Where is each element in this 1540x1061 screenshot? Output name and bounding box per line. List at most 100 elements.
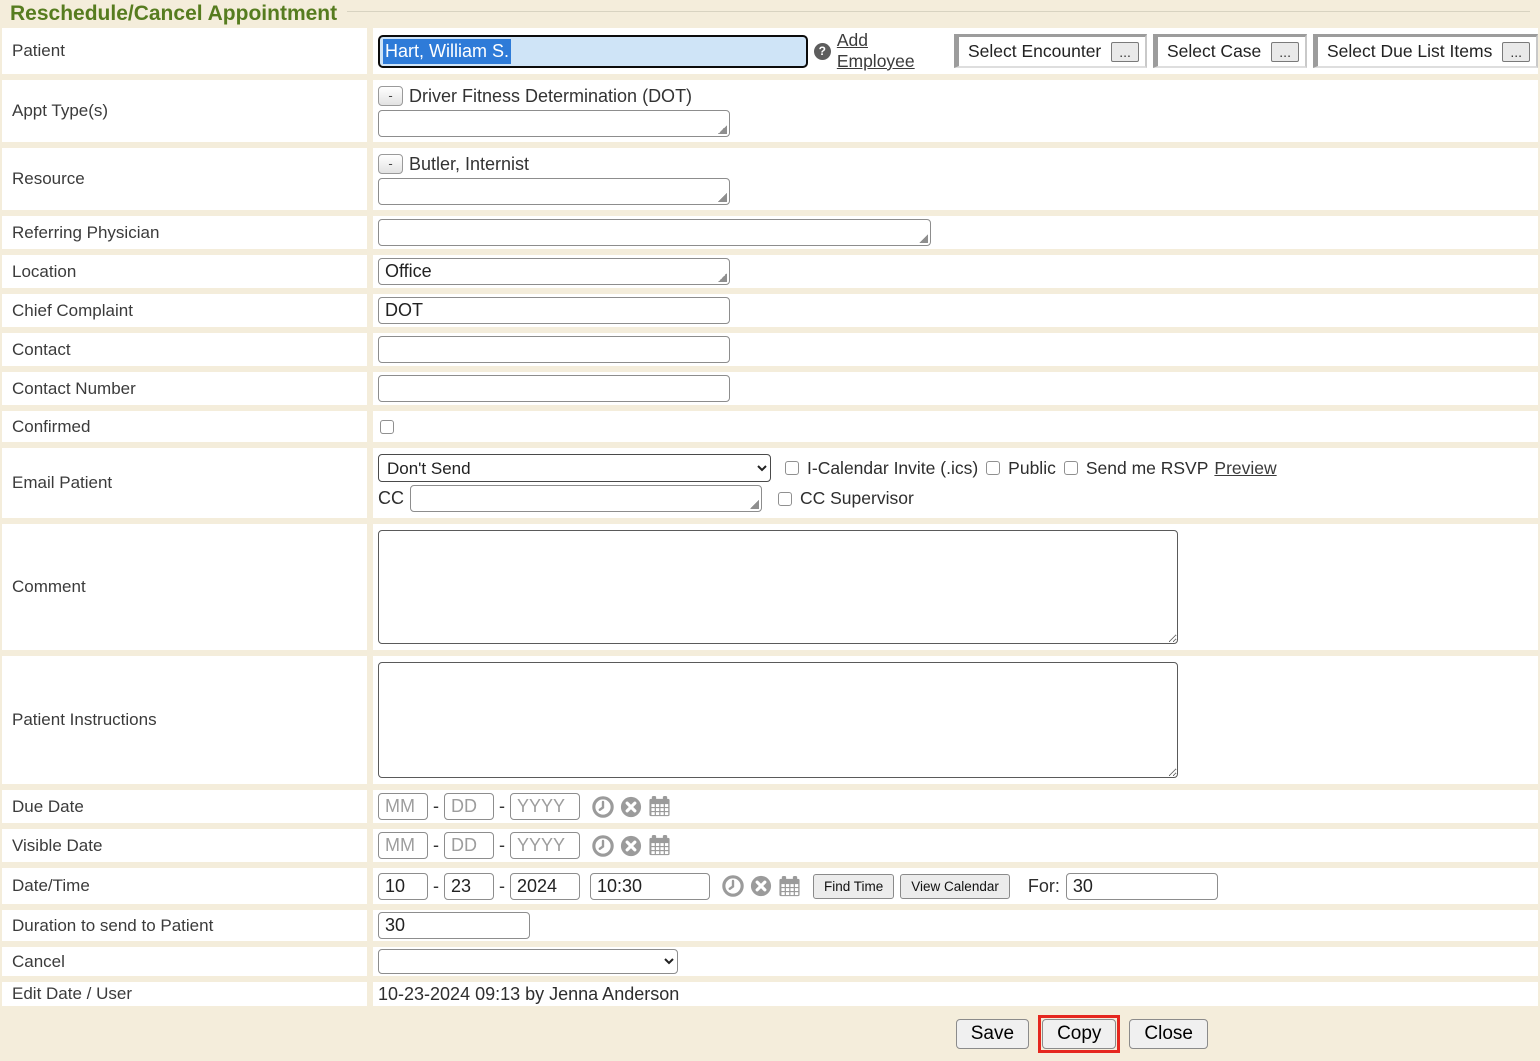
help-icon[interactable]: ? (814, 43, 831, 60)
appt-types-label: Appt Type(s) (2, 80, 373, 142)
select-due-list-box: Select Due List Items ... (1313, 34, 1538, 68)
public-label: Public (1008, 458, 1056, 479)
rsvp-checkbox[interactable] (1064, 461, 1078, 475)
select-due-list-button[interactable]: ... (1502, 42, 1530, 62)
clock-icon[interactable] (592, 835, 614, 857)
visible-date-month-input[interactable] (378, 832, 428, 859)
visible-date-label: Visible Date (2, 829, 373, 862)
appt-type-input[interactable] (378, 110, 730, 137)
visible-date-day-input[interactable] (444, 832, 494, 859)
date-separator: - (433, 835, 439, 856)
preview-link[interactable]: Preview (1214, 458, 1276, 479)
patient-selected-text: Hart, William S. (383, 39, 511, 64)
row-email-patient: Email Patient Don't Send I-Calendar Invi… (2, 448, 1538, 524)
cc-input[interactable] (410, 485, 762, 512)
confirmed-checkbox[interactable] (380, 420, 394, 434)
ical-invite-label: I-Calendar Invite (.ics) (807, 458, 978, 479)
referring-physician-input[interactable] (378, 219, 931, 246)
remove-appt-type-button[interactable]: - (378, 86, 403, 106)
add-employee-link[interactable]: Add Employee (837, 30, 944, 72)
clear-date-icon[interactable] (620, 796, 642, 818)
comment-textarea[interactable] (378, 530, 1178, 644)
clock-icon[interactable] (592, 796, 614, 818)
clear-date-icon[interactable] (620, 835, 642, 857)
calendar-icon[interactable] (648, 795, 671, 818)
row-location: Location (2, 255, 1538, 294)
resource-input[interactable] (378, 178, 730, 205)
close-button[interactable]: Close (1129, 1019, 1208, 1049)
appointment-form: Reschedule/Cancel Appointment Patient Ha… (0, 0, 1538, 1061)
contact-label: Contact (2, 333, 373, 366)
contact-input[interactable] (378, 336, 730, 363)
rsvp-label: Send me RSVP (1086, 458, 1209, 479)
row-cancel: Cancel (2, 947, 1538, 982)
ical-invite-checkbox[interactable] (785, 461, 799, 475)
duration-label: Duration to send to Patient (2, 910, 373, 941)
due-date-day-input[interactable] (444, 793, 494, 820)
public-checkbox[interactable] (986, 461, 1000, 475)
resource-label: Resource (2, 148, 373, 210)
row-edit-date-user: Edit Date / User 10-23-2024 09:13 by Jen… (2, 982, 1538, 1008)
contact-number-label: Contact Number (2, 372, 373, 405)
date-time-day-input[interactable] (444, 873, 494, 900)
row-comment: Comment (2, 524, 1538, 656)
remove-resource-button[interactable]: - (378, 154, 403, 174)
copy-button[interactable]: Copy (1042, 1019, 1116, 1049)
select-case-label: Select Case (1167, 41, 1261, 62)
footer-bar: Save Copy Close (2, 1008, 1538, 1061)
date-separator: - (499, 835, 505, 856)
row-patient: Patient Hart, William S. ? Add Employee … (2, 28, 1538, 80)
chief-complaint-label: Chief Complaint (2, 294, 373, 327)
due-date-label: Due Date (2, 790, 373, 823)
select-case-button[interactable]: ... (1271, 42, 1299, 62)
patient-instructions-label: Patient Instructions (2, 656, 373, 784)
select-encounter-box: Select Encounter ... (954, 34, 1147, 68)
copy-highlight-box: Copy (1038, 1015, 1120, 1053)
edit-date-user-label: Edit Date / User (2, 982, 373, 1006)
location-input[interactable] (378, 258, 730, 285)
save-button[interactable]: Save (956, 1019, 1029, 1049)
patient-input[interactable]: Hart, William S. (378, 35, 808, 68)
cancel-select[interactable] (378, 949, 678, 974)
row-referring-physician: Referring Physician (2, 216, 1538, 255)
calendar-icon[interactable] (648, 834, 671, 857)
chief-complaint-input[interactable] (378, 297, 730, 324)
calendar-icon[interactable] (778, 875, 801, 898)
cc-supervisor-checkbox[interactable] (778, 492, 792, 506)
row-due-date: Due Date - - (2, 790, 1538, 829)
row-resource: Resource - Butler, Internist (2, 148, 1538, 216)
row-date-time: Date/Time - - Find Time View Calendar Fo… (2, 868, 1538, 910)
select-encounter-button[interactable]: ... (1111, 42, 1139, 62)
form-header: Reschedule/Cancel Appointment (2, 0, 1538, 28)
row-contact: Contact (2, 333, 1538, 372)
cc-supervisor-label: CC Supervisor (800, 488, 914, 509)
select-due-list-label: Select Due List Items (1327, 41, 1492, 62)
comment-label: Comment (2, 524, 373, 650)
find-time-button[interactable]: Find Time (813, 874, 894, 899)
patient-instructions-textarea[interactable] (378, 662, 1178, 778)
view-calendar-button[interactable]: View Calendar (900, 874, 1010, 899)
row-confirmed: Confirmed (2, 411, 1538, 448)
page-title: Reschedule/Cancel Appointment (10, 2, 337, 26)
due-date-month-input[interactable] (378, 793, 428, 820)
visible-date-year-input[interactable] (510, 832, 580, 859)
patient-label: Patient (2, 28, 373, 74)
appt-type-selected: Driver Fitness Determination (DOT) (409, 86, 692, 107)
location-label: Location (2, 255, 373, 288)
row-appt-types: Appt Type(s) - Driver Fitness Determinat… (2, 80, 1538, 148)
date-separator: - (433, 876, 439, 897)
clock-icon[interactable] (722, 875, 744, 897)
select-encounter-label: Select Encounter (968, 41, 1101, 62)
date-time-month-input[interactable] (378, 873, 428, 900)
cc-label: CC (378, 488, 404, 509)
due-date-year-input[interactable] (510, 793, 580, 820)
email-send-select[interactable]: Don't Send (378, 454, 771, 482)
for-duration-input[interactable] (1066, 873, 1218, 900)
date-time-time-input[interactable] (590, 873, 710, 900)
clear-date-icon[interactable] (750, 875, 772, 897)
contact-number-input[interactable] (378, 375, 730, 402)
duration-input[interactable] (378, 912, 530, 939)
row-patient-instructions: Patient Instructions (2, 656, 1538, 790)
select-case-box: Select Case ... (1153, 34, 1307, 68)
date-time-year-input[interactable] (510, 873, 580, 900)
